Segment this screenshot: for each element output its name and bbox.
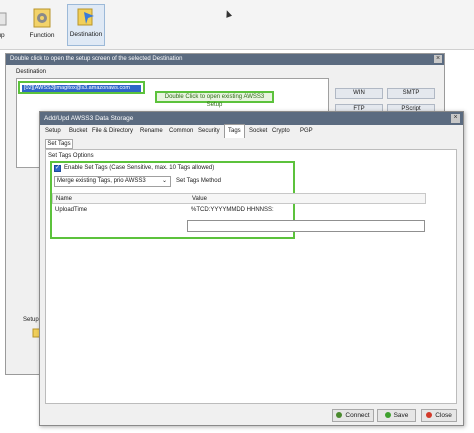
chevron-down-icon: ⌄ [161,178,167,184]
destination-button[interactable]: Destination [67,4,105,46]
function-gear-icon [31,7,53,29]
enable-tags-checkbox[interactable]: ✓ [54,165,61,172]
tags-grid: Name Value UploadTime %TCD:YYYYMMDD HHNN… [52,193,426,232]
save-check-icon [384,412,391,418]
enable-tags-label: Enable Set Tags (Case Sensitive, max. 10… [64,165,215,171]
save-label: Save [393,412,409,419]
column-header-value: Value [192,196,207,202]
function-button[interactable]: Function [27,6,57,44]
set-tags-method-value: Merge existing Tags, prio AWSS3 [57,178,146,184]
toolbar-partial-label: up [0,32,5,39]
set-tags-method-select[interactable]: Merge existing Tags, prio AWSS3 ⌄ [54,176,171,187]
tab-bucket[interactable]: Bucket [68,126,88,137]
dialog-close-icon[interactable]: × [451,114,460,123]
close-label: Close [435,412,452,419]
toolbar-partial-button[interactable]: up [0,6,10,44]
tab-common[interactable]: Common [168,126,194,137]
destination-item-highlight: [02][AWSS3]imagitox@s3.amazonaws.com [18,81,145,94]
destination-list-label: Destination [16,69,47,75]
table-row[interactable]: UploadTime %TCD:YYYYMMDD HHNNSS: [52,204,426,215]
setup-label: Setup [23,317,39,323]
tab-crypto[interactable]: Crypto [271,126,291,137]
connect-check-icon [336,412,343,418]
destination-window-title: Double click to open the setup screen of… [6,54,444,65]
smtp-button[interactable]: SMTP [387,88,435,99]
subtab-set-tags[interactable]: Set Tags [45,139,73,149]
connect-label: Connect [345,412,370,419]
tag-value-cell[interactable]: %TCD:YYYYMMDD HHNNSS: [191,207,274,213]
connect-button[interactable]: Connect [332,409,374,422]
awss3-dialog: Add/Upd AWSS3 Data Storage × Setup Bucke… [39,111,464,426]
tab-security[interactable]: Security [197,126,221,137]
column-header-name: Name [56,196,73,202]
set-tags-options-label: Set Tags Options [48,153,94,159]
destination-label: Destination [69,31,103,38]
destination-icon [75,6,97,28]
destination-note: Double Click to open existing AWSS3 Setu… [155,91,274,108]
close-x-icon [426,412,433,418]
folder-icon [0,7,14,29]
tab-rename[interactable]: Rename [139,126,164,137]
tags-grid-header: Name Value [52,193,426,204]
tab-socket[interactable]: Socket [248,126,268,137]
tab-setup[interactable]: Setup [44,126,62,137]
function-label: Function [29,32,55,39]
tab-pgp[interactable]: PGP [299,126,314,137]
destination-close-icon[interactable]: × [434,55,442,63]
destination-list-item[interactable]: [02][AWSS3]imagitox@s3.amazonaws.com [22,85,141,92]
dialog-title: Add/Upd AWSS3 Data Storage [40,112,463,125]
tag-name-cell[interactable]: UploadTime [55,207,87,213]
tab-file-directory[interactable]: File & Directory [91,126,134,137]
tab-tags[interactable]: Tags [224,124,245,138]
win-button[interactable]: WIN [335,88,383,99]
main-toolbar: up Function Destination [0,0,474,50]
close-button[interactable]: Close [421,409,457,422]
set-tags-method-label: Set Tags Method [176,178,221,184]
save-button[interactable]: Save [377,409,416,422]
tag-value-input[interactable] [187,220,425,232]
